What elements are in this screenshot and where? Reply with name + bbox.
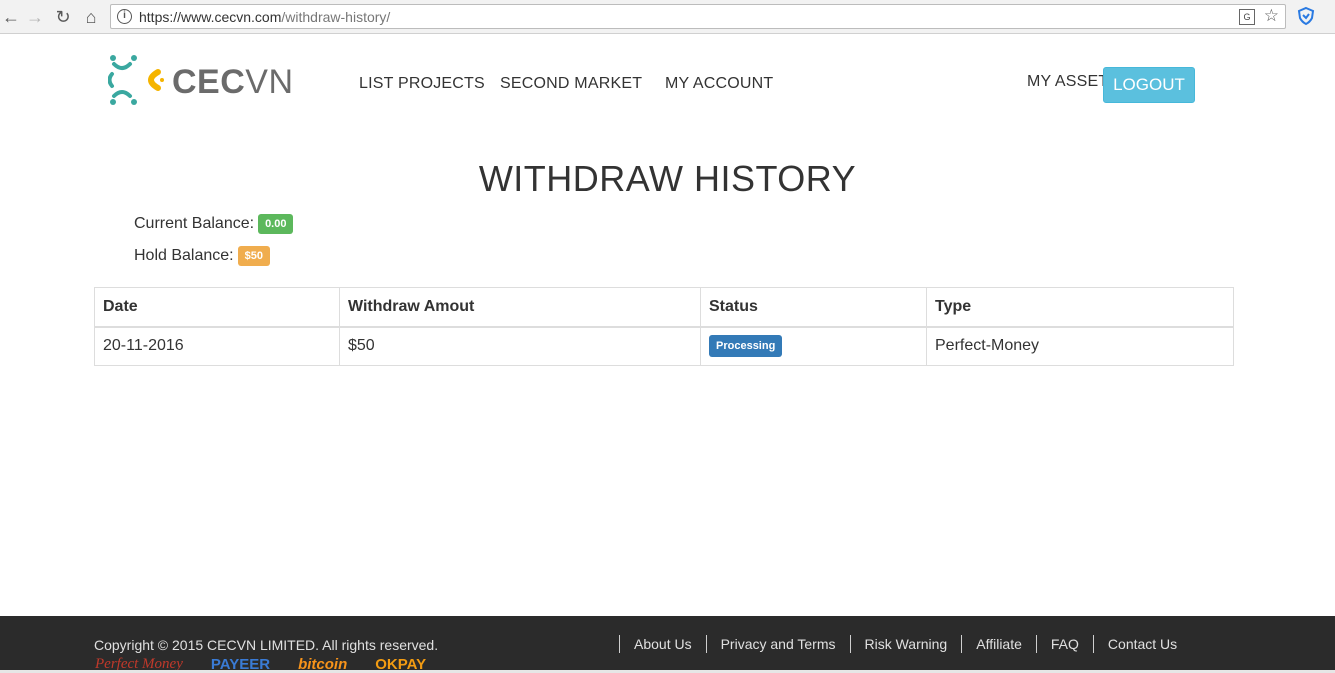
hold-balance-badge: $50 xyxy=(237,246,270,266)
footer-link-affiliate[interactable]: Affiliate xyxy=(961,635,1036,653)
bookmark-star-icon[interactable]: ☆ xyxy=(1264,6,1279,26)
info-icon[interactable]: i xyxy=(117,9,132,24)
table-header-row: Date Withdraw Amout Status Type xyxy=(94,287,1234,328)
cell-date: 20-11-2016 xyxy=(94,326,340,366)
column-header-status: Status xyxy=(700,287,927,328)
browser-toolbar: ← → ↻ ⌂ i https://www.cecvn.com/withdraw… xyxy=(0,0,1335,34)
url-path: /withdraw-history/ xyxy=(281,9,391,25)
column-header-date: Date xyxy=(94,287,340,328)
footer-links: About Us Privacy and Terms Risk Warning … xyxy=(619,635,1191,653)
nav-my-account[interactable]: MY ACCOUNT xyxy=(665,75,773,93)
cell-status: Processing xyxy=(700,326,927,366)
footer-link-privacy-terms[interactable]: Privacy and Terms xyxy=(705,635,850,653)
footer-link-risk-warning[interactable]: Risk Warning xyxy=(849,635,962,653)
column-header-amount: Withdraw Amout xyxy=(339,287,701,328)
home-icon[interactable]: ⌂ xyxy=(80,6,102,28)
logo-mark-icon xyxy=(108,55,164,105)
back-arrow-icon[interactable]: ← xyxy=(0,6,22,28)
footer-link-faq[interactable]: FAQ xyxy=(1035,635,1093,653)
nav-my-asset[interactable]: MY ASSET xyxy=(1027,73,1108,91)
logo[interactable]: CECVN xyxy=(108,52,294,112)
translate-icon[interactable]: G xyxy=(1239,9,1255,25)
footer-link-contact-us[interactable]: Contact Us xyxy=(1092,635,1191,653)
shield-extension-icon[interactable] xyxy=(1296,6,1316,26)
current-balance-label: Current Balance: xyxy=(134,215,255,232)
nav-second-market[interactable]: SECOND MARKET xyxy=(500,75,642,93)
current-balance-badge: 0.00 xyxy=(258,214,294,234)
column-header-type: Type xyxy=(926,287,1234,328)
cell-type: Perfect-Money xyxy=(926,326,1234,366)
nav-list-projects[interactable]: LIST PROJECTS xyxy=(359,75,485,93)
url-text[interactable]: https://www.cecvn.com/withdraw-history/ xyxy=(139,9,390,25)
address-bar[interactable]: i https://www.cecvn.com/withdraw-history… xyxy=(110,4,1286,29)
logout-button[interactable]: LOGOUT xyxy=(1103,67,1195,103)
hold-balance-label: Hold Balance: xyxy=(134,247,234,264)
forward-arrow-icon[interactable]: → xyxy=(24,6,46,28)
cell-amount: $50 xyxy=(339,326,701,366)
site-footer: Copyright © 2015 CECVN LIMITED. All righ… xyxy=(0,616,1335,673)
copyright-text: Copyright © 2015 CECVN LIMITED. All righ… xyxy=(94,637,439,653)
logo-text-part2: VN xyxy=(245,62,294,101)
withdraw-history-table: Date Withdraw Amout Status Type 20-11-20… xyxy=(94,287,1234,366)
status-badge: Processing xyxy=(709,335,783,358)
logo-text: CECVN xyxy=(172,63,294,102)
page-title: WITHDRAW HISTORY xyxy=(478,158,857,199)
url-host: https://www.cecvn.com xyxy=(139,9,282,25)
footer-link-about-us[interactable]: About Us xyxy=(619,635,706,653)
logo-text-part1: CEC xyxy=(172,62,246,101)
current-balance: Current Balance: 0.00 xyxy=(134,214,294,234)
site-header: CECVN LIST PROJECTS SECOND MARKET MY ACC… xyxy=(0,35,1335,135)
table-row: 20-11-2016 $50 Processing Perfect-Money xyxy=(94,326,1234,366)
hold-balance: Hold Balance: $50 xyxy=(134,246,270,266)
reload-icon[interactable]: ↻ xyxy=(52,6,74,28)
